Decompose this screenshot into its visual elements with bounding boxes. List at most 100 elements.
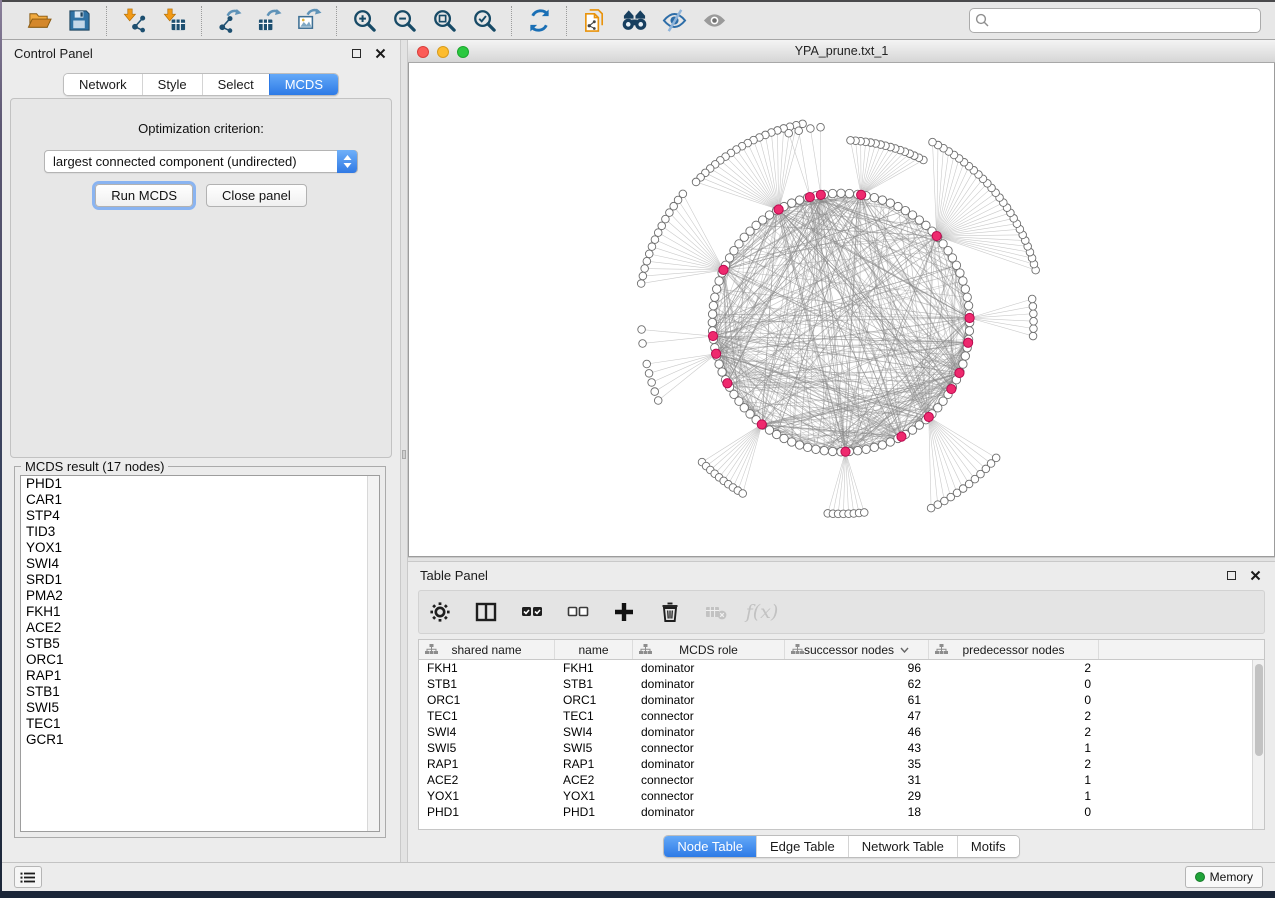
mcds-list-scrollbar[interactable] [367,476,379,831]
zoom-selected-region-icon[interactable] [467,6,501,36]
tab-network-table[interactable]: Network Table [848,836,957,857]
network-leaf-node[interactable] [645,250,653,258]
network-mcds-hub-node[interactable] [841,447,850,456]
network-leaf-node[interactable] [739,490,747,498]
network-node[interactable] [780,434,788,442]
close-panel-button[interactable]: Close panel [206,184,307,207]
network-node[interactable] [828,189,836,197]
optimization-criterion-select[interactable]: largest connected component (undirected) [44,150,358,173]
mcds-result-item[interactable]: PMA2 [21,588,379,604]
tab-node-table[interactable]: Node Table [664,836,756,857]
show-panels-button[interactable] [14,866,42,888]
network-node[interactable] [718,368,726,376]
network-node[interactable] [715,277,723,285]
network-leaf-node[interactable] [929,138,937,146]
show-graphics-details-icon[interactable] [697,6,731,36]
tab-network[interactable]: Network [64,74,142,95]
network-node[interactable] [862,445,870,453]
network-mcds-hub-node[interactable] [965,313,974,322]
network-mcds-hub-node[interactable] [897,432,906,441]
mcds-result-item[interactable]: SWI4 [21,556,379,572]
table-row[interactable]: RAP1RAP1dominator352 [419,756,1264,772]
hide-graphics-details-icon[interactable] [657,6,691,36]
network-leaf-node[interactable] [651,388,659,396]
network-leaf-node[interactable] [638,326,646,334]
network-node[interactable] [959,360,967,368]
network-node[interactable] [709,301,717,309]
network-mcds-hub-node[interactable] [719,265,728,274]
open-file-icon[interactable] [22,6,56,36]
network-mcds-hub-node[interactable] [757,420,766,429]
network-mcds-hub-node[interactable] [816,190,825,199]
network-node[interactable] [894,202,902,210]
column-header-successor-nodes[interactable]: successor nodes [785,640,929,659]
search-input[interactable] [969,8,1261,33]
tab-motifs[interactable]: Motifs [957,836,1019,857]
network-leaf-node[interactable] [651,236,659,244]
network-leaf-node[interactable] [648,243,656,251]
network-node[interactable] [828,447,836,455]
network-leaf-node[interactable] [1029,303,1037,311]
network-leaf-node[interactable] [639,340,647,348]
network-leaf-node[interactable] [817,123,825,131]
network-leaf-node[interactable] [643,257,651,265]
network-node[interactable] [870,193,878,201]
mcds-result-item[interactable]: FKH1 [21,604,379,620]
network-node[interactable] [795,441,803,449]
network-node[interactable] [788,199,796,207]
network-mcds-hub-node[interactable] [932,231,941,240]
export-network-icon[interactable] [212,6,246,36]
network-node[interactable] [788,438,796,446]
export-table-icon[interactable] [252,6,286,36]
network-node[interactable] [886,199,894,207]
network-mcds-hub-node[interactable] [774,205,783,214]
vertical-splitter[interactable] [400,40,408,862]
network-node[interactable] [870,443,878,451]
run-mcds-button[interactable]: Run MCDS [95,184,193,207]
network-leaf-node[interactable] [654,229,662,237]
table-scrollbar-thumb[interactable] [1255,664,1263,756]
window-close-traffic-light[interactable] [417,46,429,58]
network-leaf-node[interactable] [637,280,645,288]
network-leaf-node[interactable] [1030,310,1038,318]
mcds-result-item[interactable]: TEC1 [21,716,379,732]
delete-column-icon[interactable] [657,599,683,625]
network-leaf-node[interactable] [639,272,647,280]
zoom-out-icon[interactable] [387,6,421,36]
network-mcds-hub-node[interactable] [708,331,717,340]
mcds-result-item[interactable]: TID3 [21,524,379,540]
mcds-result-item[interactable]: RAP1 [21,668,379,684]
network-mcds-hub-node[interactable] [712,349,721,358]
network-leaf-node[interactable] [643,360,651,368]
network-node[interactable] [845,189,853,197]
table-row[interactable]: PHD1PHD1dominator180 [419,804,1264,820]
zoom-in-icon[interactable] [347,6,381,36]
mcds-result-item[interactable]: CAR1 [21,492,379,508]
network-node[interactable] [965,327,973,335]
network-leaf-node[interactable] [1030,317,1038,325]
network-node[interactable] [812,445,820,453]
table-row[interactable]: SWI5SWI5connector431 [419,740,1264,756]
network-node[interactable] [854,446,862,454]
network-node[interactable] [961,285,969,293]
table-settings-icon[interactable] [427,599,453,625]
share-network-document-icon[interactable] [577,6,611,36]
splitter-grip[interactable] [402,450,406,459]
network-mcds-hub-node[interactable] [805,192,814,201]
column-header-MCDS-role[interactable]: MCDS role [633,640,785,659]
export-image-icon[interactable] [292,6,326,36]
tab-style[interactable]: Style [142,74,202,95]
mcds-result-item[interactable]: YOX1 [21,540,379,556]
network-leaf-node[interactable] [654,397,662,405]
close-panel-icon[interactable] [372,45,388,61]
table-row[interactable]: YOX1YOX1connector291 [419,788,1264,804]
network-leaf-node[interactable] [847,137,855,145]
mcds-result-item[interactable]: ORC1 [21,652,379,668]
refresh-view-icon[interactable] [522,6,556,36]
network-leaf-node[interactable] [1028,295,1036,303]
network-leaf-node[interactable] [860,509,868,517]
network-node[interactable] [878,441,886,449]
network-node[interactable] [837,189,845,197]
save-session-icon[interactable] [62,6,96,36]
network-node[interactable] [820,446,828,454]
